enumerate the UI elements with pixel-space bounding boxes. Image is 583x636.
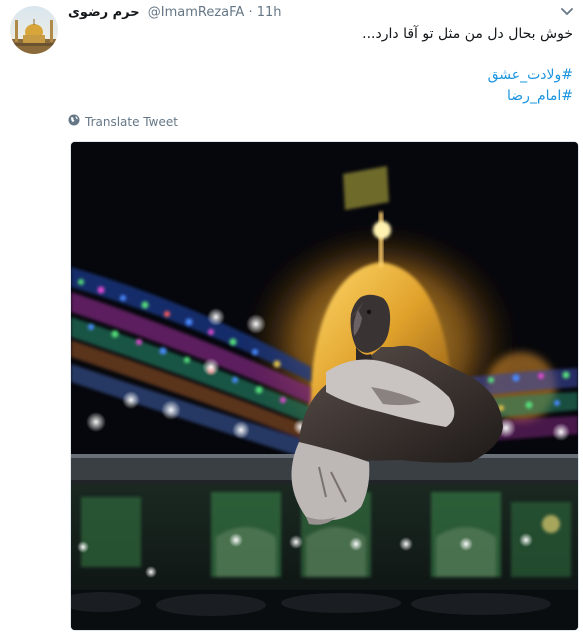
chevron-down-icon[interactable] [558,5,576,19]
separator: · [248,5,253,20]
tweet-text-line: خوش بحال دل من مثل تو آقا دارد... [362,26,573,42]
timestamp[interactable]: 11h [257,5,282,20]
translate-tweet-link[interactable]: Translate Tweet [68,114,178,129]
tweet-header: حرم رضوی @ImamRezaFA · 11h [68,5,282,20]
display-name[interactable]: حرم رضوی [68,5,140,20]
username[interactable]: @ImamRezaFA [148,5,245,20]
hashtag-link[interactable]: #ولادت_عشق [93,65,573,86]
tweet-photo[interactable] [70,141,579,631]
avatar[interactable] [10,6,58,54]
translate-label: Translate Tweet [85,114,178,129]
tweet: حرم رضوی @ImamRezaFA · 11h خوش بحال دل م… [0,0,583,636]
hashtag-link[interactable]: #امام_رضا [93,86,573,107]
globe-icon [68,114,80,129]
tweet-text: خوش بحال دل من مثل تو آقا دارد... #ولادت… [93,24,573,107]
